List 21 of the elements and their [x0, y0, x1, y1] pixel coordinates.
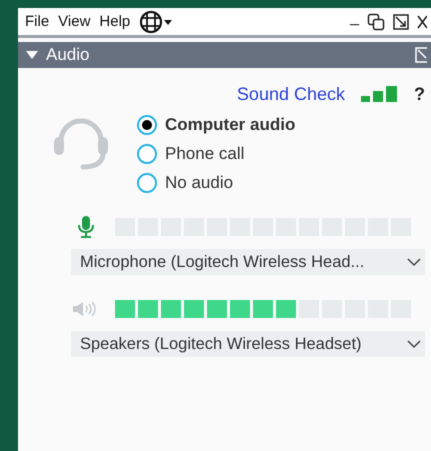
device-dropdown[interactable]: Speakers (Logitech Wireless Headset): [71, 331, 425, 357]
audio-option-radio[interactable]: Phone call: [137, 144, 296, 164]
menu-item[interactable]: View: [57, 11, 92, 32]
audio-option-radio[interactable]: Computer audio: [137, 115, 296, 135]
chevron-down-icon: [407, 258, 421, 266]
close-icon[interactable]: [417, 14, 427, 28]
menu-item[interactable]: Help: [98, 11, 132, 32]
help-button[interactable]: ?: [414, 84, 425, 105]
expanded-triangle-icon[interactable]: [26, 50, 38, 60]
sound-check-link[interactable]: Sound Check: [236, 84, 345, 105]
restore-icon[interactable]: [367, 12, 385, 30]
section-header[interactable]: Audio: [18, 42, 431, 68]
audio-option-radio[interactable]: No audio: [137, 173, 296, 193]
section-title: Audio: [46, 45, 90, 65]
globe-dropdown-icon[interactable]: [140, 10, 174, 34]
menu-item[interactable]: File: [24, 11, 50, 32]
minimize-button[interactable]: _: [350, 8, 359, 26]
pop-out-icon[interactable]: [393, 14, 409, 30]
signal-strength-icon: [361, 86, 398, 104]
chevron-down-icon: [407, 340, 421, 348]
device-dropdown[interactable]: Microphone (Logitech Wireless Head...: [71, 249, 425, 275]
